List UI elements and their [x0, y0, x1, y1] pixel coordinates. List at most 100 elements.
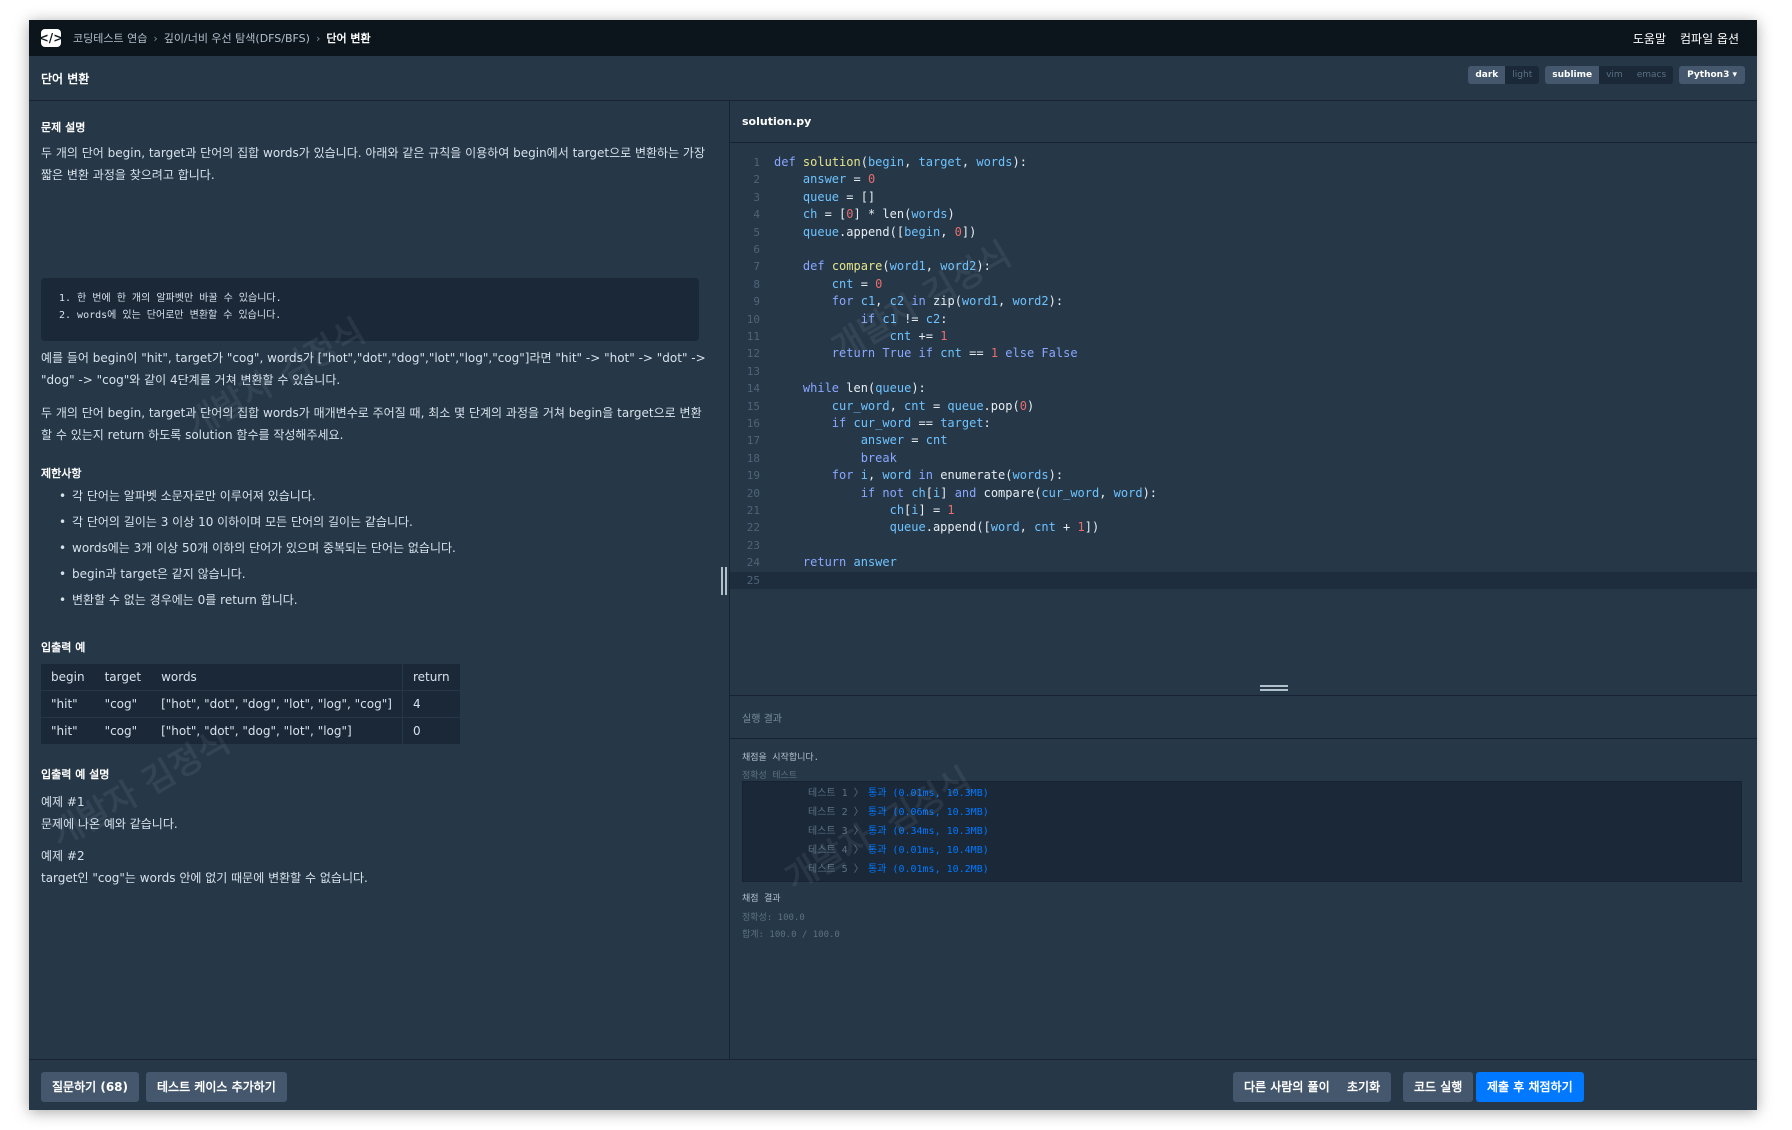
test-result-row: 테스트 2 〉 통과 (0.06ms, 10.3MB)	[743, 803, 1741, 821]
code-line: 13	[730, 363, 1757, 380]
code-line: 24 return answer	[730, 554, 1757, 571]
table-row: "hit" "cog" ["hot", "dot", "dog", "lot",…	[41, 717, 460, 745]
theme-light-button[interactable]: light	[1505, 66, 1539, 84]
line-number: 18	[746, 451, 760, 465]
theme-toggle: dark light	[1468, 66, 1540, 84]
line-number: 15	[746, 399, 760, 413]
description-paragraph-1: 두 개의 단어 begin, target과 단어의 집합 words가 있습니…	[41, 146, 706, 182]
line-number: 4	[753, 208, 760, 222]
programmers-logo-icon[interactable]: </>	[39, 29, 63, 47]
rules-code-block: 1. 한 번에 한 개의 알파벳만 바꿀 수 있습니다. 2. words에 있…	[41, 278, 699, 341]
line-number: 14	[746, 382, 760, 396]
problem-description-panel: 문제 설명 두 개의 단어 begin, target과 단어의 집합 word…	[29, 101, 730, 1059]
ask-question-button[interactable]: 질문하기 (68)	[41, 1072, 140, 1102]
file-tab: solution.py	[730, 101, 1757, 143]
line-number: 1	[753, 156, 760, 169]
table-cell: "cog"	[94, 717, 152, 745]
line-number: 21	[746, 504, 760, 517]
keymap-toggle: sublime vim emacs	[1545, 66, 1674, 84]
line-number: 2	[753, 173, 760, 187]
horizontal-resize-handle-icon[interactable]	[1260, 685, 1288, 691]
constraint-item: words에는 3개 이상 50개 이하의 단어가 있으며 중복되는 단어는 없…	[59, 539, 456, 565]
io-explanation-heading: 입출력 예 설명	[41, 768, 110, 781]
theme-dark-button[interactable]: dark	[1468, 66, 1506, 84]
code-line: 21 ch[i] = 1	[730, 502, 1757, 519]
code-line: 9 for c1, c2 in zip(word1, word2):	[730, 293, 1757, 310]
constraint-item: begin과 target은 같지 않습니다.	[59, 565, 456, 591]
test-name: 테스트 5 〉	[808, 864, 864, 875]
code-line: 16 if cur_word == target:	[730, 415, 1757, 432]
filename: solution.py	[742, 115, 812, 128]
code-line: 14 while len(queue):	[730, 380, 1757, 397]
table-cell: 0	[401, 717, 460, 745]
test-result: 통과 (0.34ms, 10.3MB)	[868, 826, 989, 837]
language-select[interactable]: Python3 ▾	[1679, 66, 1745, 84]
line-number: 11	[746, 330, 760, 343]
line-number: 17	[746, 434, 760, 448]
code-line: 5 queue.append([begin, 0])	[730, 224, 1757, 241]
line-number: 12	[746, 347, 760, 361]
table-header-row: begin target words return	[41, 664, 460, 691]
editor-panel: solution.py 1 def solution(begin, target,…	[730, 101, 1757, 1059]
code-line: 6	[730, 241, 1757, 258]
page-title: 단어 변환	[41, 71, 90, 86]
constraint-item: 변환할 수 없는 경우에는 0를 return 합니다.	[59, 591, 456, 617]
keymap-sublime-button[interactable]: sublime	[1545, 66, 1600, 84]
test-result-row: 테스트 1 〉 통과 (0.01ms, 10.3MB)	[743, 784, 1741, 802]
grading-start-text: 채점을 시작합니다.	[742, 753, 820, 763]
table-cell: "hit"	[41, 717, 95, 745]
line-number: 25	[746, 573, 760, 587]
column-header: return	[401, 664, 460, 691]
line-number: 13	[746, 364, 760, 378]
result-title: 실행 결과	[742, 714, 782, 725]
line-number: 8	[753, 277, 760, 291]
table-cell: 4	[401, 690, 460, 718]
result-tab-labels: 정확성 테스트	[742, 771, 798, 781]
total-score: 합계: 100.0 / 100.0	[742, 930, 840, 940]
description-paragraph-3: 두 개의 단어 begin, target과 단어의 집합 words가 매개변…	[41, 406, 702, 442]
breadcrumb-item-current: 단어 변환	[326, 32, 371, 45]
code-line: 15 cur_word, cnt = queue.pop(0)	[730, 398, 1757, 415]
line-number: 19	[746, 469, 760, 483]
breadcrumb-item-category[interactable]: 깊이/너비 우선 탐색(DFS/BFS)	[164, 30, 310, 46]
compile-options-link[interactable]: 컴파일 옵션	[1680, 30, 1739, 47]
submit-button[interactable]: 제출 후 채점하기	[1476, 1072, 1584, 1102]
breadcrumb: 코딩테스트 연습 › 깊이/너비 우선 탐색(DFS/BFS) › 단어 변환	[73, 30, 371, 46]
constraint-item: 각 단어는 알파벳 소문자로만 이루어져 있습니다.	[59, 487, 456, 513]
line-number: 3	[753, 190, 760, 204]
others-solutions-button[interactable]: 다른 사람의 풀이	[1233, 1072, 1341, 1102]
code-line: 8 cnt = 0	[730, 276, 1757, 293]
grading-result-heading: 채점 결과	[742, 894, 781, 904]
description-heading: 문제 설명	[41, 121, 86, 134]
constraints-heading: 제한사항	[41, 467, 82, 480]
code-line: 17 answer = cnt	[730, 432, 1757, 449]
test-result: 통과 (0.01ms, 10.4MB)	[868, 845, 989, 856]
line-number: 10	[746, 312, 760, 326]
code-line: 18 break	[730, 450, 1757, 467]
keymap-vim-button[interactable]: vim	[1599, 66, 1630, 84]
code-line: 20 if not ch[i] and compare(cur_word, wo…	[730, 485, 1757, 502]
accuracy-score: 정확성: 100.0	[742, 913, 805, 923]
code-line: 10 if c1 != c2:	[730, 311, 1757, 328]
code-line: 1 def solution(begin, target, words):	[730, 154, 1757, 171]
vertical-resize-handle-icon[interactable]	[721, 567, 729, 595]
run-code-button[interactable]: 코드 실행	[1403, 1072, 1474, 1102]
code-editor[interactable]: 1 def solution(begin, target, words): 2 a…	[730, 154, 1757, 614]
line-number: 23	[746, 538, 760, 552]
test-name: 테스트 3 〉	[808, 826, 864, 837]
test-result-row: 테스트 5 〉 통과 (0.01ms, 10.2MB)	[743, 860, 1741, 878]
reset-button[interactable]: 초기화	[1336, 1072, 1392, 1102]
code-line: 22 queue.append([word, cnt + 1])	[730, 519, 1757, 536]
help-link[interactable]: 도움말	[1633, 30, 1666, 47]
table-row: "hit" "cog" ["hot", "dot", "dog", "lot",…	[41, 690, 460, 718]
line-number: 20	[746, 486, 760, 500]
add-testcase-button[interactable]: 테스트 케이스 추가하기	[146, 1072, 287, 1102]
code-line-active: 25	[730, 571, 1757, 589]
breadcrumb-item-coding-test[interactable]: 코딩테스트 연습	[73, 30, 147, 46]
breadcrumb-separator: ›	[153, 31, 158, 45]
breadcrumb-separator: ›	[315, 31, 321, 45]
keymap-emacs-button[interactable]: emacs	[1630, 66, 1673, 84]
test-result: 통과 (0.01ms, 10.2MB)	[868, 864, 989, 875]
example-2-title: 예제 #2	[41, 849, 85, 863]
test-result-row: 테스트 4 〉 통과 (0.01ms, 10.4MB)	[743, 841, 1741, 859]
